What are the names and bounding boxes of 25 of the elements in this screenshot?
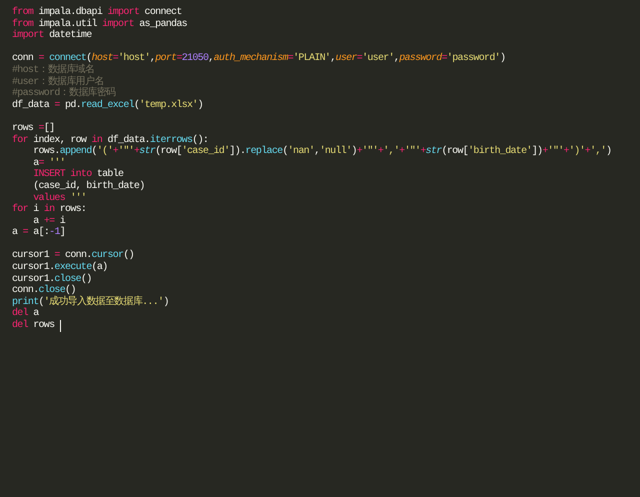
- code-line: del rows: [12, 320, 61, 332]
- code-line: print('成功导入数据至数据库...'): [12, 296, 169, 308]
- code-line: conn = connect(host='host',port=21050,auth_mechanism='PLAIN',user='user',password='password'): [12, 53, 506, 64]
- code-line: a= ''': [32, 158, 66, 169]
- code-line: for i in rows:: [12, 204, 86, 216]
- code-line: from impala.util import as_pandas: [12, 18, 187, 30]
- code-line: rows.append('('+'"'+str(row['case_id']).replace('nan','null')+'"'+','+'"'+str(row['birth_date'])+'"'+')'+','): [32, 146, 612, 158]
- code-line: #user：数据库用户名: [12, 76, 104, 88]
- code-line: #password：数据库密码: [12, 88, 116, 100]
- code-line: conn.close(): [12, 285, 76, 296]
- code-line: (case_id, birth_date): [32, 180, 145, 192]
- code-line: del a: [12, 308, 39, 320]
- code-line: values ''': [32, 192, 86, 204]
- code-line: INSERT into table: [32, 169, 124, 180]
- code-line: rows =[]: [12, 122, 54, 134]
- code-line: df_data = pd.read_excel('temp.xlsx'): [12, 100, 203, 112]
- code-line: #host：数据库域名: [12, 64, 94, 76]
- code-line: cursor1 = conn.cursor(): [12, 250, 134, 262]
- code-line: cursor1.close(): [12, 274, 92, 285]
- code-line: for index, row in df_data.iterrows():: [12, 134, 208, 146]
- code-line: import datetime: [12, 30, 92, 42]
- code-line: cursor1.execute(a): [12, 262, 108, 274]
- code-line: a += i: [32, 216, 66, 227]
- code-line: a = a[:-1]: [12, 227, 66, 239]
- code-line: from impala.dbapi import connect: [12, 7, 182, 18]
